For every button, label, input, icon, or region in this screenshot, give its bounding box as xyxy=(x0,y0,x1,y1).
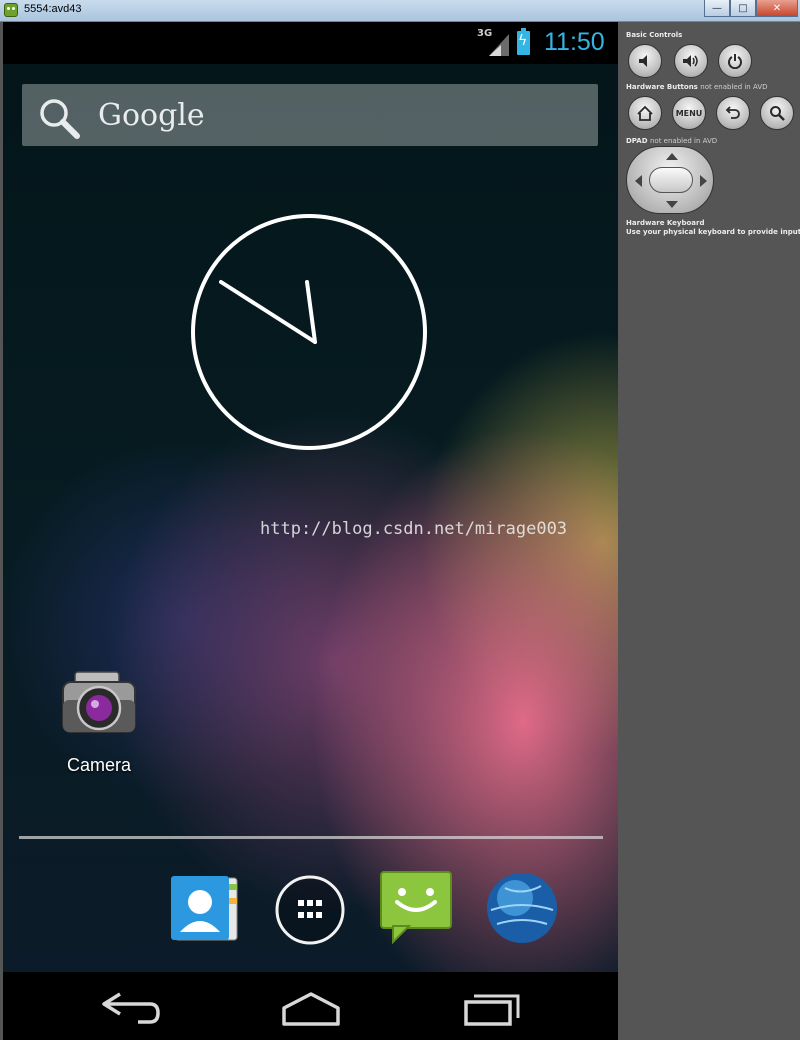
hardware-buttons-note: not enabled in AVD xyxy=(700,83,768,91)
minute-hand xyxy=(305,280,317,344)
navigation-bar xyxy=(3,972,618,1040)
volume-up-button[interactable] xyxy=(674,44,708,78)
battery-icon: ϟ xyxy=(517,28,530,55)
search-icon xyxy=(40,99,80,139)
messaging-icon[interactable] xyxy=(379,870,453,946)
hour-hand xyxy=(219,280,317,344)
window-title: 5554:avd43 xyxy=(24,3,82,15)
power-icon xyxy=(728,54,742,69)
browser-icon[interactable] xyxy=(485,870,559,946)
dpad-heading: DPAD not enabled in AVD xyxy=(626,137,717,145)
home-icon[interactable] xyxy=(276,988,346,1028)
contacts-icon[interactable] xyxy=(169,874,241,942)
dpad-down-icon[interactable] xyxy=(666,201,678,208)
basic-controls-heading: Basic Controls xyxy=(626,31,683,39)
dpad-title: DPAD xyxy=(626,137,648,145)
power-button[interactable] xyxy=(718,44,752,78)
maximize-button[interactable]: □ xyxy=(730,0,756,17)
dock-divider xyxy=(19,836,603,839)
shortcut-label-camera: Camera xyxy=(66,755,132,775)
volume-down-icon xyxy=(639,55,647,67)
watermark-text: http://blog.csdn.net/mirage003 xyxy=(260,519,568,539)
status-time: 11:50 xyxy=(544,28,605,56)
charging-glyph: ϟ xyxy=(518,33,528,49)
hardware-search-button[interactable] xyxy=(760,96,794,130)
hardware-home-button[interactable] xyxy=(628,96,662,130)
dpad-left-icon[interactable] xyxy=(635,175,642,187)
hardware-back-button[interactable] xyxy=(716,96,750,130)
dpad-note: not enabled in AVD xyxy=(649,137,718,145)
close-button[interactable]: ✕ xyxy=(756,0,798,17)
recent-apps-icon[interactable] xyxy=(458,988,528,1028)
home-icon xyxy=(637,105,653,121)
keyboard-note: Use your physical keyboard to provide in… xyxy=(626,228,800,236)
window-titlebar[interactable]: 5554:avd43 — □ ✕ xyxy=(0,0,800,22)
dpad-right-icon[interactable] xyxy=(700,175,707,187)
emulator-controls-panel: Basic Controls Hardware Buttons not enab… xyxy=(618,22,800,1040)
keyboard-heading: Hardware Keyboard xyxy=(626,219,705,227)
google-search-bar[interactable]: Google xyxy=(22,84,598,146)
android-app-icon xyxy=(4,3,18,17)
volume-down-button[interactable] xyxy=(628,44,662,78)
device-screen[interactable]: 3G ϟ 11:50 Google http://blog.csdn.net/m… xyxy=(3,22,618,1040)
window-controls: — □ ✕ xyxy=(704,0,798,17)
hardware-menu-button[interactable]: MENU xyxy=(672,96,706,130)
camera-icon[interactable] xyxy=(61,670,137,736)
dpad-up-icon[interactable] xyxy=(666,153,678,160)
signal-icon xyxy=(489,34,509,56)
hardware-buttons-heading: Hardware Buttons not enabled in AVD xyxy=(626,83,768,91)
dpad-center-button[interactable] xyxy=(649,167,693,193)
volume-up-icon xyxy=(683,55,698,67)
status-bar[interactable]: 3G ϟ 11:50 xyxy=(3,22,618,64)
search-label: Google xyxy=(98,98,205,133)
back-icon[interactable] xyxy=(96,988,166,1028)
dpad[interactable] xyxy=(626,146,714,214)
back-icon xyxy=(725,106,740,119)
hardware-buttons-title: Hardware Buttons xyxy=(626,83,698,91)
search-icon xyxy=(770,106,785,121)
analog-clock-widget[interactable] xyxy=(189,212,429,452)
all-apps-icon[interactable] xyxy=(274,874,346,946)
minimize-button[interactable]: — xyxy=(704,0,730,17)
